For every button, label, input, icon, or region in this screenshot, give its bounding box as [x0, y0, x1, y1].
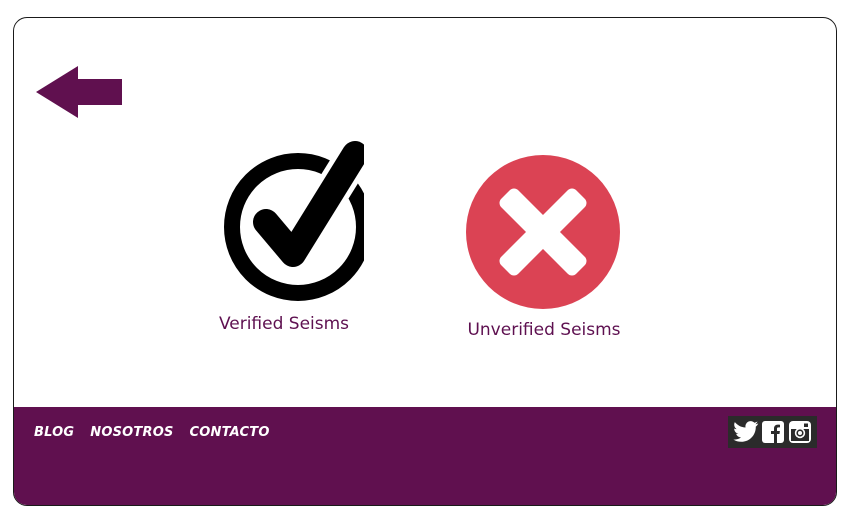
twitter-icon[interactable]: [733, 421, 759, 443]
unverified-seisms-label: Unverified Seisms: [467, 320, 621, 340]
back-arrow-icon: [36, 66, 122, 118]
facebook-icon[interactable]: [762, 421, 785, 443]
footer-link-blog[interactable]: BLOG: [34, 425, 74, 440]
footer-nav: BLOG NOSOTROS CONTACTO: [34, 425, 270, 440]
verified-seisms-option[interactable]: Verified Seisms: [194, 140, 374, 334]
unverified-seisms-option[interactable]: Unverified Seisms: [444, 154, 644, 340]
footer-link-nosotros[interactable]: NOSOTROS: [90, 425, 173, 440]
back-button[interactable]: [36, 64, 124, 120]
instagram-icon[interactable]: [788, 420, 812, 444]
social-links: [728, 416, 817, 448]
footer-link-contacto[interactable]: CONTACTO: [190, 425, 270, 440]
app-frame: Verified Seisms Unverified Seisms BLOG N…: [13, 17, 837, 506]
check-circle-icon: [224, 140, 364, 301]
x-circle-icon: [466, 155, 620, 309]
footer: BLOG NOSOTROS CONTACTO: [14, 407, 836, 505]
verified-seisms-label: Verified Seisms: [218, 314, 350, 334]
